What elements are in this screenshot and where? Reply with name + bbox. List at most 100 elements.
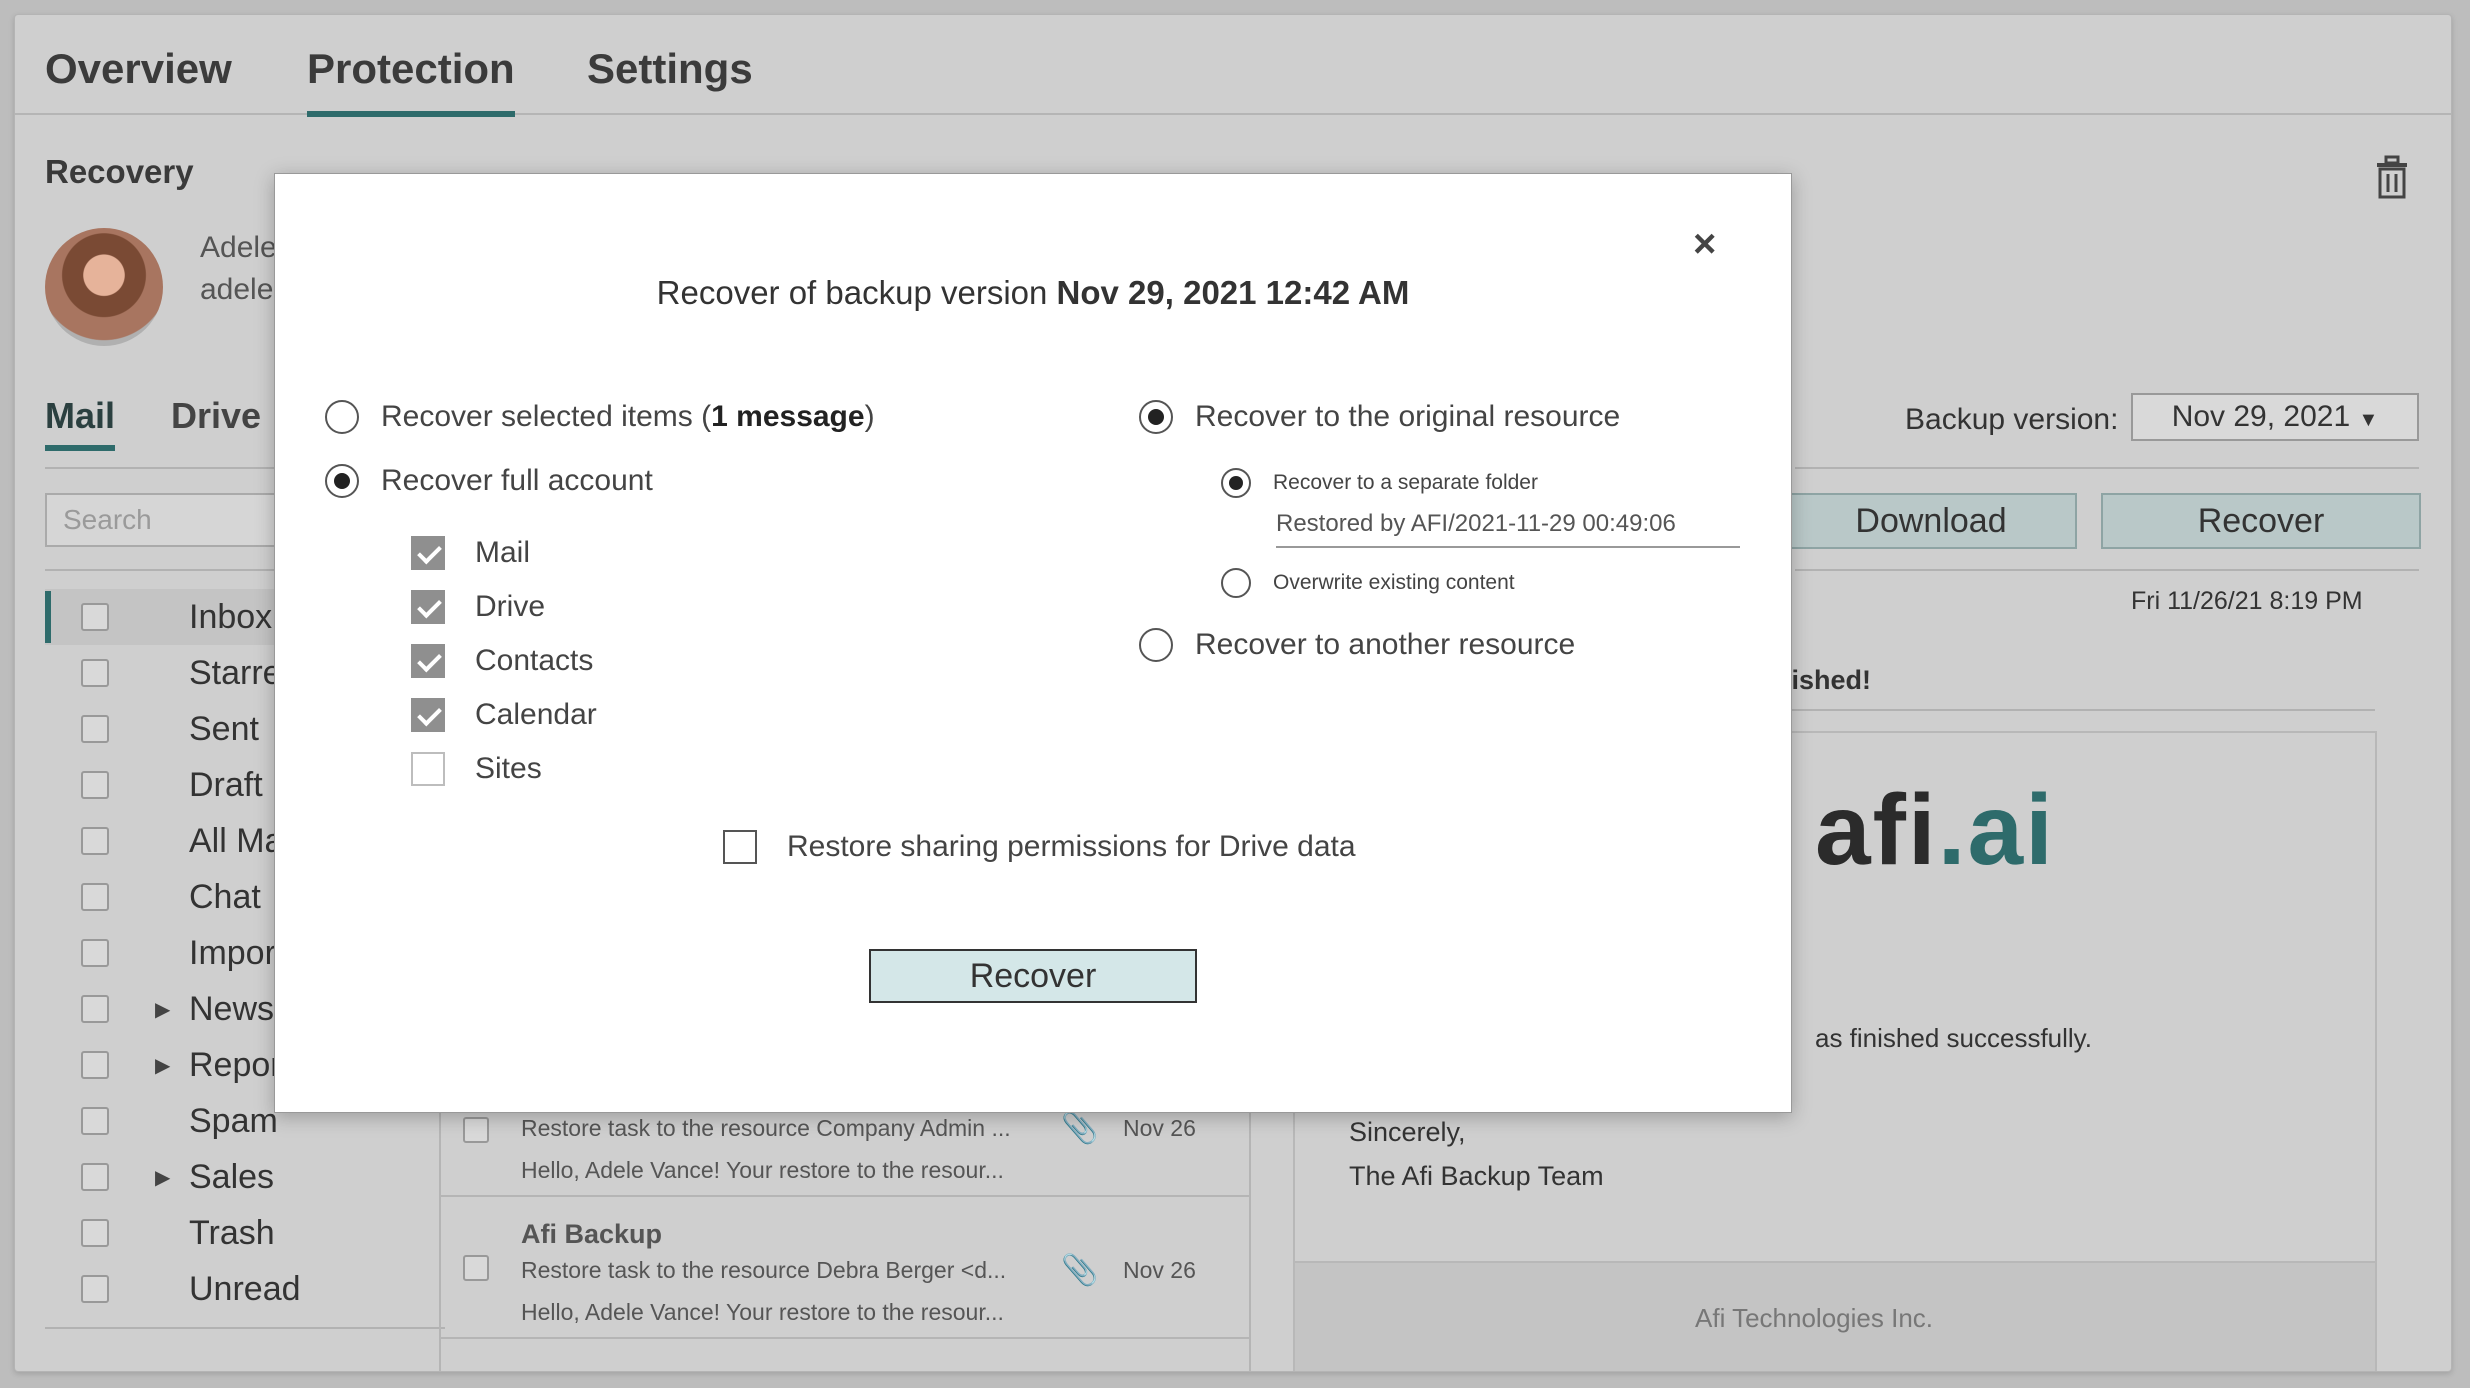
top-tab-bar: Overview Protection Settings bbox=[15, 15, 2451, 117]
recover-button[interactable]: Recover bbox=[2101, 493, 2421, 549]
folder-checkbox[interactable] bbox=[81, 1219, 109, 1247]
option-label: Recover to another resource bbox=[1195, 628, 1576, 661]
message-date-detail: Fri 11/26/21 8:19 PM bbox=[2131, 587, 2363, 615]
service-calendar[interactable]: Calendar bbox=[411, 698, 597, 732]
checkbox-calendar[interactable] bbox=[411, 698, 445, 732]
caret-right-icon[interactable]: ▶ bbox=[155, 1053, 170, 1078]
chevron-down-icon: ▼ bbox=[2358, 409, 2379, 431]
message-date: Nov 26 bbox=[1123, 1257, 1196, 1283]
radio-overwrite[interactable] bbox=[1221, 568, 1251, 598]
option-sharing-permissions[interactable]: Restore sharing permissions for Drive da… bbox=[723, 830, 1356, 864]
tab-mail[interactable]: Mail bbox=[45, 395, 116, 451]
tab-protection[interactable]: Protection bbox=[307, 45, 515, 117]
service-label: Sites bbox=[475, 752, 542, 785]
option-recover-full[interactable]: Recover full account bbox=[325, 464, 653, 498]
backup-version-select[interactable]: Nov 29, 2021 ▼ bbox=[2131, 393, 2419, 441]
preview-body: as finished successfully. bbox=[1815, 1023, 2092, 1053]
divider bbox=[1795, 569, 2419, 571]
service-mail[interactable]: Mail bbox=[411, 536, 530, 570]
folder-label: Sent bbox=[189, 709, 259, 748]
folder-checkbox[interactable] bbox=[81, 771, 109, 799]
message-list: Restore task to the resource Company Adm… bbox=[439, 1095, 1251, 1371]
folder-checkbox[interactable] bbox=[81, 603, 109, 631]
dialog-title: Recover of backup version Nov 29, 2021 1… bbox=[275, 274, 1791, 312]
checkbox-sites[interactable] bbox=[411, 752, 445, 786]
option-label: Restore sharing permissions for Drive da… bbox=[787, 830, 1356, 863]
section-title: Recovery bbox=[45, 153, 194, 190]
option-label: Overwrite existing content bbox=[1273, 571, 1515, 594]
radio-recover-original[interactable] bbox=[1139, 400, 1173, 434]
option-separate-folder[interactable]: Recover to a separate folder bbox=[1221, 468, 1538, 498]
folder-checkbox[interactable] bbox=[81, 995, 109, 1023]
list-item[interactable]: Afi Backup Restore task to the resource … bbox=[441, 1197, 1249, 1339]
message-preview: Hello, Adele Vance! Your restore to the … bbox=[521, 1157, 1004, 1183]
service-label: Calendar bbox=[475, 698, 597, 731]
option-recover-original[interactable]: Recover to the original resource bbox=[1139, 400, 1620, 434]
radio-recover-another[interactable] bbox=[1139, 628, 1173, 662]
attachment-icon: 📎 bbox=[1061, 1254, 1099, 1287]
preview-signoff: Sincerely, bbox=[1349, 1117, 1466, 1147]
message-checkbox[interactable] bbox=[463, 1117, 489, 1143]
option-label: Recover to a separate folder bbox=[1273, 471, 1538, 494]
service-contacts[interactable]: Contacts bbox=[411, 644, 593, 678]
folder-label: Chat bbox=[189, 877, 261, 916]
option-label-suffix: ) bbox=[864, 400, 875, 433]
option-overwrite[interactable]: Overwrite existing content bbox=[1221, 568, 1515, 598]
folder-item-unread[interactable]: Unread bbox=[45, 1261, 445, 1317]
caret-right-icon[interactable]: ▶ bbox=[155, 997, 170, 1022]
folder-label: Spam bbox=[189, 1101, 278, 1140]
preview-signature: The Afi Backup Team bbox=[1349, 1161, 1604, 1191]
afi-logo: afi.ai bbox=[1815, 774, 2055, 886]
checkbox-mail[interactable] bbox=[411, 536, 445, 570]
folder-label: Unread bbox=[189, 1269, 301, 1308]
folder-item-sales[interactable]: ▶ Sales bbox=[45, 1149, 445, 1205]
radio-recover-full[interactable] bbox=[325, 464, 359, 498]
message-checkbox[interactable] bbox=[463, 1255, 489, 1281]
folder-checkbox[interactable] bbox=[81, 827, 109, 855]
folder-label: Trash bbox=[189, 1213, 275, 1252]
service-sites[interactable]: Sites bbox=[411, 752, 542, 786]
option-label: Recover full account bbox=[381, 464, 653, 497]
folder-checkbox[interactable] bbox=[81, 883, 109, 911]
tab-drive[interactable]: Drive bbox=[171, 395, 261, 437]
tab-overview[interactable]: Overview bbox=[45, 45, 232, 93]
option-recover-selected[interactable]: Recover selected items (1 message) bbox=[325, 400, 875, 434]
radio-separate-folder[interactable] bbox=[1221, 468, 1251, 498]
service-drive[interactable]: Drive bbox=[411, 590, 545, 624]
caret-right-icon[interactable]: ▶ bbox=[155, 1165, 170, 1190]
search-input[interactable]: Search bbox=[45, 493, 305, 547]
folder-checkbox[interactable] bbox=[81, 1275, 109, 1303]
folder-checkbox[interactable] bbox=[81, 1051, 109, 1079]
option-recover-another[interactable]: Recover to another resource bbox=[1139, 628, 1575, 662]
divider bbox=[45, 1327, 445, 1329]
dialog-title-version: Nov 29, 2021 12:42 AM bbox=[1056, 274, 1410, 311]
tab-settings[interactable]: Settings bbox=[587, 45, 753, 93]
message-date: Nov 26 bbox=[1123, 1115, 1196, 1141]
checkbox-contacts[interactable] bbox=[411, 644, 445, 678]
service-label: Contacts bbox=[475, 644, 594, 677]
folder-label: Sales bbox=[189, 1157, 275, 1196]
folder-label: News bbox=[189, 989, 275, 1028]
backup-version-label: Backup version: bbox=[1905, 403, 2119, 436]
dialog-recover-button[interactable]: Recover bbox=[869, 949, 1197, 1003]
folder-checkbox[interactable] bbox=[81, 1107, 109, 1135]
folder-item-trash[interactable]: Trash bbox=[45, 1205, 445, 1261]
folder-label: Inbox bbox=[189, 597, 273, 636]
download-button[interactable]: Download bbox=[1785, 493, 2077, 549]
checkbox-drive[interactable] bbox=[411, 590, 445, 624]
dialog-title-prefix: Recover of backup version bbox=[656, 274, 1057, 311]
recover-dialog: × Recover of backup version Nov 29, 2021… bbox=[274, 173, 1792, 1113]
folder-checkbox[interactable] bbox=[81, 715, 109, 743]
folder-checkbox[interactable] bbox=[81, 659, 109, 687]
folder-name-input[interactable]: Restored by AFI/2021-11-29 00:49:06 bbox=[1276, 510, 1740, 548]
footer-text: Afi Technologies Inc. bbox=[1695, 1303, 1933, 1333]
checkbox-sharing-permissions[interactable] bbox=[723, 830, 757, 864]
folder-checkbox[interactable] bbox=[81, 939, 109, 967]
close-icon[interactable]: × bbox=[1693, 222, 1716, 267]
user-email: adele. bbox=[200, 273, 282, 306]
service-label: Drive bbox=[475, 590, 546, 623]
option-label-count: 1 message bbox=[711, 400, 865, 433]
radio-recover-selected[interactable] bbox=[325, 400, 359, 434]
folder-checkbox[interactable] bbox=[81, 1163, 109, 1191]
trash-icon[interactable] bbox=[2373, 155, 2411, 199]
